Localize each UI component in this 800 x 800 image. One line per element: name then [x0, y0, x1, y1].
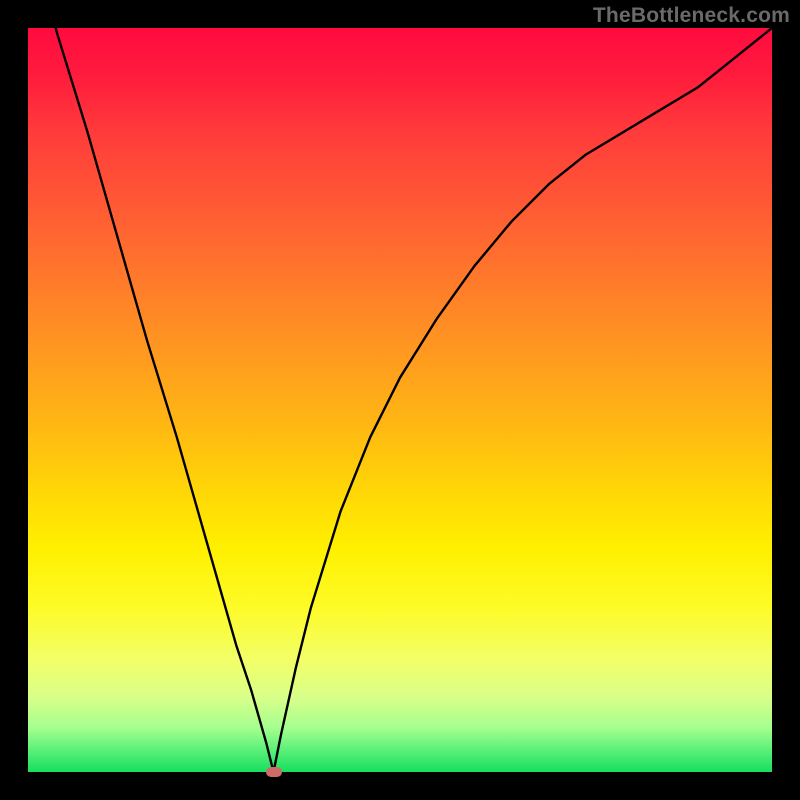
plot-area [28, 28, 772, 772]
watermark-text: TheBottleneck.com [593, 4, 790, 28]
bottleneck-curve [28, 28, 772, 772]
curve-svg [28, 28, 772, 772]
chart-frame: TheBottleneck.com [0, 0, 800, 800]
minimum-marker [266, 767, 282, 777]
